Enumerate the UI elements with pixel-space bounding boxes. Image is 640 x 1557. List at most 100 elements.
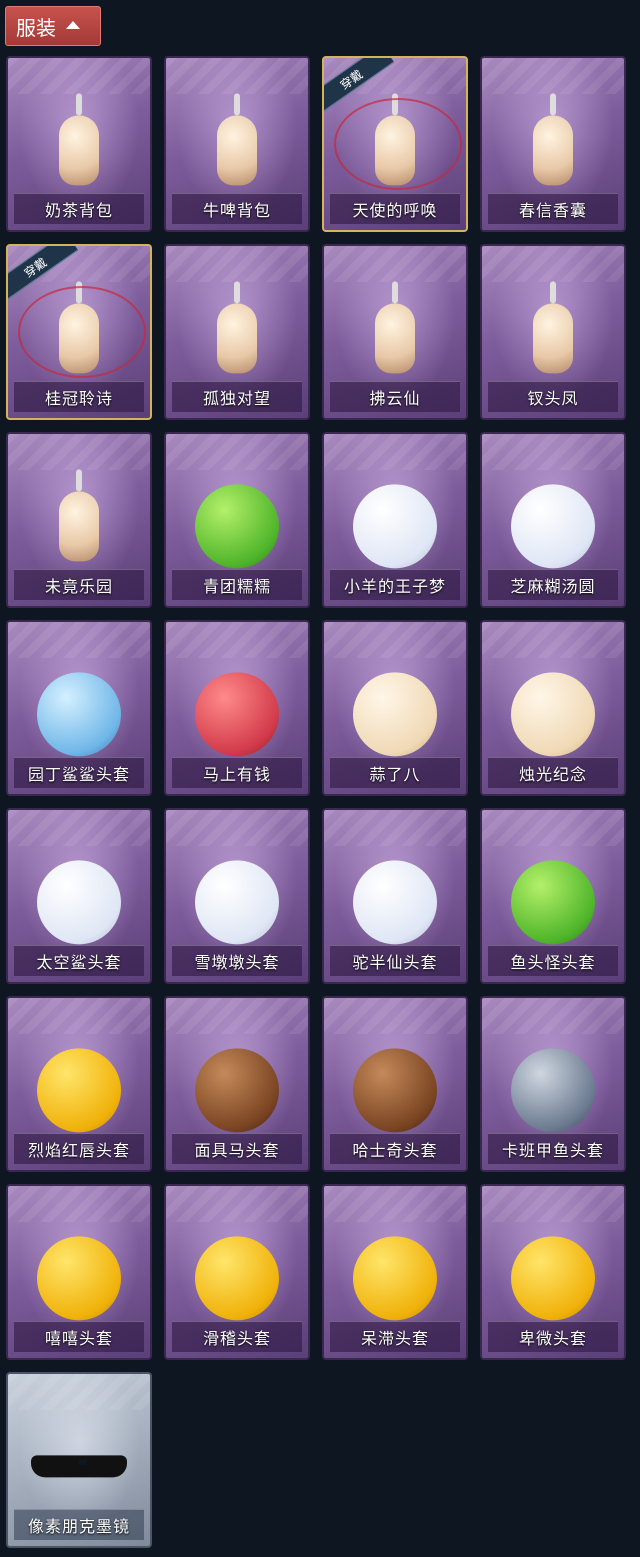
costume-card[interactable]: 拂云仙 <box>322 244 468 420</box>
costume-card[interactable]: 马上有钱 <box>164 620 310 796</box>
costume-name: 面具马头套 <box>194 1141 280 1160</box>
costume-card[interactable]: 雪墩墩头套 <box>164 808 310 984</box>
costume-name: 卡班甲鱼头套 <box>501 1141 604 1160</box>
costume-thumbnail <box>347 854 443 950</box>
costume-card[interactable]: 卡班甲鱼头套 <box>480 996 626 1172</box>
costume-label-bar: 蒜了八 <box>330 757 460 788</box>
costume-thumbnail <box>505 854 601 950</box>
costume-thumbnail <box>347 1042 443 1138</box>
costume-card[interactable]: 嘻嘻头套 <box>6 1184 152 1360</box>
costume-name: 春信香囊 <box>518 201 587 220</box>
costume-card[interactable]: 青团糯糯 <box>164 432 310 608</box>
costume-card[interactable]: 蒜了八 <box>322 620 468 796</box>
costume-thumbnail <box>189 281 285 386</box>
costume-card[interactable]: 孤独对望 <box>164 244 310 420</box>
costume-label-bar: 卑微头套 <box>488 1321 618 1352</box>
costume-label-bar: 哈士奇头套 <box>330 1133 460 1164</box>
costume-card[interactable]: 呆滞头套 <box>322 1184 468 1360</box>
costume-label-bar: 嘻嘻头套 <box>14 1321 144 1352</box>
costume-name: 烛光纪念 <box>518 765 587 784</box>
costume-label-bar: 园丁鲨鲨头套 <box>14 757 144 788</box>
costume-name: 卑微头套 <box>518 1329 587 1348</box>
costume-label-bar: 奶茶背包 <box>14 193 144 224</box>
costume-thumbnail <box>31 854 127 950</box>
costume-thumbnail <box>31 93 127 198</box>
costume-card[interactable]: 烈焰红唇头套 <box>6 996 152 1172</box>
costume-name: 桂冠聆诗 <box>44 389 113 408</box>
costume-thumbnail <box>31 666 127 762</box>
costume-name: 像素朋克墨镜 <box>27 1517 130 1536</box>
costume-name: 马上有钱 <box>202 765 271 784</box>
costume-card[interactable]: 滑稽头套 <box>164 1184 310 1360</box>
costume-name: 太空鲨头套 <box>36 953 122 972</box>
costume-thumbnail <box>505 666 601 762</box>
costume-name: 小羊的王子梦 <box>343 577 446 596</box>
worn-ring <box>334 98 462 190</box>
costume-card[interactable]: 芝麻糊汤圆 <box>480 432 626 608</box>
costume-name: 芝麻糊汤圆 <box>510 577 596 596</box>
costume-name: 嘻嘻头套 <box>44 1329 113 1348</box>
costume-thumbnail <box>189 478 285 574</box>
costume-card[interactable]: 穿戴 桂冠聆诗 <box>6 244 152 420</box>
costume-thumbnail <box>347 666 443 762</box>
costume-name: 驼半仙头套 <box>352 953 438 972</box>
costume-thumbnail <box>505 478 601 574</box>
costume-label-bar: 卡班甲鱼头套 <box>488 1133 618 1164</box>
costume-thumbnail <box>189 1230 285 1326</box>
worn-ring <box>18 286 146 378</box>
costume-card[interactable]: 春信香囊 <box>480 56 626 232</box>
costume-name: 烈焰红唇头套 <box>27 1141 130 1160</box>
costume-thumbnail <box>505 281 601 386</box>
caret-up-icon <box>66 21 80 29</box>
costume-label-bar: 烈焰红唇头套 <box>14 1133 144 1164</box>
costume-label-bar: 面具马头套 <box>172 1133 302 1164</box>
costume-card[interactable]: 卑微头套 <box>480 1184 626 1360</box>
costume-card[interactable]: 太空鲨头套 <box>6 808 152 984</box>
costume-card[interactable]: 哈士奇头套 <box>322 996 468 1172</box>
costume-label-bar: 钗头凤 <box>488 381 618 412</box>
costume-name: 雪墩墩头套 <box>194 953 280 972</box>
costume-card[interactable]: 园丁鲨鲨头套 <box>6 620 152 796</box>
costume-label-bar: 春信香囊 <box>488 193 618 224</box>
costume-name: 园丁鲨鲨头套 <box>27 765 130 784</box>
costume-thumbnail <box>505 93 601 198</box>
costume-name: 钗头凤 <box>527 389 579 408</box>
costume-thumbnail <box>189 854 285 950</box>
costume-card[interactable]: 像素朋克墨镜 <box>6 1372 152 1548</box>
costume-card[interactable]: 驼半仙头套 <box>322 808 468 984</box>
costume-card[interactable]: 钗头凤 <box>480 244 626 420</box>
costume-thumbnail <box>189 93 285 198</box>
costume-card[interactable]: 面具马头套 <box>164 996 310 1172</box>
costume-label-bar: 雪墩墩头套 <box>172 945 302 976</box>
costume-name: 呆滞头套 <box>360 1329 429 1348</box>
costume-tab-toggle[interactable]: 服装 <box>5 6 101 46</box>
costume-thumbnail <box>505 1230 601 1326</box>
costume-card[interactable]: 未竟乐园 <box>6 432 152 608</box>
costume-label-bar: 马上有钱 <box>172 757 302 788</box>
costume-card[interactable]: 牛啤背包 <box>164 56 310 232</box>
costume-thumbnail <box>31 469 127 574</box>
costume-thumbnail <box>505 1042 601 1138</box>
costume-card[interactable]: 穿戴 天使的呼唤 <box>322 56 468 232</box>
costume-label-bar: 呆滞头套 <box>330 1321 460 1352</box>
costume-thumbnail <box>189 1042 285 1138</box>
costume-card[interactable]: 小羊的王子梦 <box>322 432 468 608</box>
costume-card[interactable]: 鱼头怪头套 <box>480 808 626 984</box>
costume-card[interactable]: 奶茶背包 <box>6 56 152 232</box>
costume-tab-label: 服装 <box>16 15 56 40</box>
costume-label-bar: 牛啤背包 <box>172 193 302 224</box>
costume-label-bar: 驼半仙头套 <box>330 945 460 976</box>
costume-label-bar: 拂云仙 <box>330 381 460 412</box>
costume-label-bar: 孤独对望 <box>172 381 302 412</box>
costume-label-bar: 芝麻糊汤圆 <box>488 569 618 600</box>
costume-label-bar: 太空鲨头套 <box>14 945 144 976</box>
costume-grid: 奶茶背包 牛啤背包 穿戴 天使的呼唤春信香囊穿戴 桂冠聆诗孤独对望 拂云仙 钗头凤未竟乐园 青… <box>6 56 634 1548</box>
costume-label-bar: 鱼头怪头套 <box>488 945 618 976</box>
costume-name: 天使的呼唤 <box>352 201 438 220</box>
costume-thumbnail <box>31 1042 127 1138</box>
costume-card[interactable]: 烛光纪念 <box>480 620 626 796</box>
costume-name: 蒜了八 <box>369 765 421 784</box>
costume-name: 未竟乐园 <box>44 577 113 596</box>
costume-name: 孤独对望 <box>202 389 271 408</box>
costume-name: 牛啤背包 <box>202 201 271 220</box>
